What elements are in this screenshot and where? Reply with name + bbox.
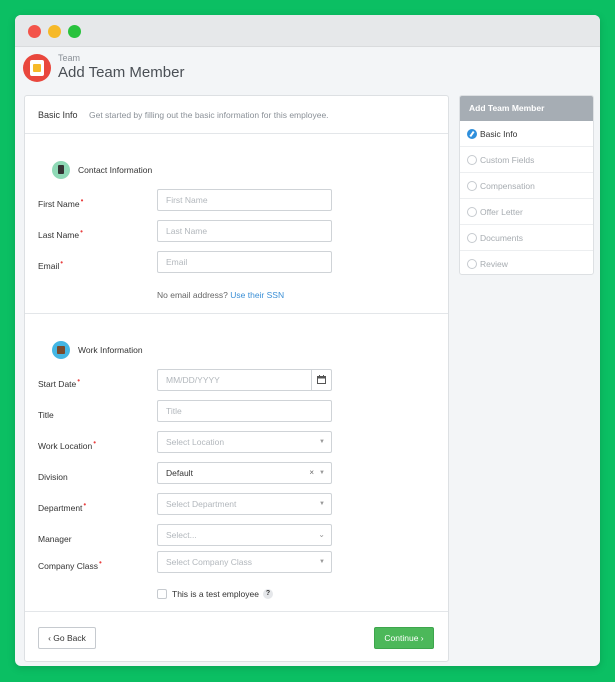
work-information-section: Work Information Start Date• MM/DD/YYYY … (25, 315, 448, 612)
form-footer: ‹ Go Back Continue › (25, 613, 448, 661)
chevron-down-icon: ⌄ (318, 530, 325, 539)
continue-button[interactable]: Continue › (374, 627, 434, 649)
team-logo-icon (23, 54, 51, 82)
work-location-label: Work Location• (38, 438, 96, 451)
form-section-description: Get started by filling out the basic inf… (89, 110, 329, 120)
chevron-down-icon: ▼ (319, 470, 325, 476)
use-ssn-link[interactable]: Use their SSN (230, 290, 284, 300)
briefcase-icon (52, 341, 70, 359)
check-icon (467, 129, 477, 139)
no-email-note: No email address? Use their SSN (157, 290, 285, 300)
work-location-select[interactable]: Select Location ▼ (157, 431, 332, 453)
calendar-icon (317, 375, 326, 384)
title-label: Title (38, 410, 54, 420)
steps-sidebar-title: Add Team Member (460, 96, 593, 121)
window-titlebar (15, 15, 600, 47)
step-circle-icon (467, 259, 477, 269)
manager-select[interactable]: Select... ⌄ (157, 524, 332, 546)
go-back-button[interactable]: ‹ Go Back (38, 627, 96, 649)
title-input[interactable]: Title (157, 400, 332, 422)
last-name-input[interactable]: Last Name (157, 220, 332, 242)
step-documents[interactable]: Documents (460, 225, 593, 251)
steps-sidebar: Add Team Member Basic Info Custom Fields… (459, 95, 594, 275)
required-marker: • (80, 196, 84, 205)
start-date-label: Start Date• (38, 376, 81, 389)
contact-section-title: Contact Information (78, 165, 153, 175)
step-custom-fields[interactable]: Custom Fields (460, 147, 593, 173)
help-icon[interactable]: ? (263, 589, 273, 599)
minimize-window-button[interactable] (48, 25, 61, 38)
test-employee-label[interactable]: This is a test employee (172, 589, 259, 599)
required-marker: • (77, 376, 81, 385)
step-compensation[interactable]: Compensation (460, 173, 593, 199)
clear-selection-icon[interactable]: × (309, 463, 314, 483)
test-employee-checkbox[interactable] (157, 589, 167, 599)
step-circle-icon (467, 181, 477, 191)
close-window-button[interactable] (28, 25, 41, 38)
manager-label: Manager (38, 534, 72, 544)
required-marker: • (83, 500, 87, 509)
department-label: Department• (38, 500, 87, 513)
company-class-label: Company Class• (38, 558, 102, 571)
division-label: Division (38, 472, 68, 482)
required-marker: • (99, 558, 102, 567)
form-section-title: Basic Info (38, 110, 78, 120)
required-marker: • (80, 227, 83, 236)
required-marker: • (93, 438, 96, 447)
form-card-header: Basic Info Get started by filling out th… (25, 96, 448, 134)
start-date-input[interactable]: MM/DD/YYYY (157, 369, 332, 391)
page-title: Add Team Member (58, 64, 185, 81)
step-circle-icon (467, 233, 477, 243)
form-card: Basic Info Get started by filling out th… (24, 95, 449, 662)
required-marker: • (60, 258, 64, 267)
maximize-window-button[interactable] (68, 25, 81, 38)
step-basic-info[interactable]: Basic Info (460, 121, 593, 147)
email-input[interactable]: Email (157, 251, 332, 273)
contact-information-section: Contact Information First Name• First Na… (25, 135, 448, 314)
department-select[interactable]: Select Department ▼ (157, 493, 332, 515)
chevron-down-icon: ▼ (319, 439, 325, 445)
contact-card-icon (52, 161, 70, 179)
step-circle-icon (467, 155, 477, 165)
company-class-select[interactable]: Select Company Class ▼ (157, 551, 332, 573)
breadcrumb[interactable]: Team (58, 53, 80, 63)
step-offer-letter[interactable]: Offer Letter (460, 199, 593, 225)
first-name-label: First Name• (38, 196, 84, 209)
division-select[interactable]: Default × ▼ (157, 462, 332, 484)
chevron-down-icon: ▼ (319, 559, 325, 565)
step-circle-icon (467, 207, 477, 217)
step-review[interactable]: Review (460, 251, 593, 274)
work-section-title: Work Information (78, 345, 143, 355)
app-window: Team Add Team Member Basic Info Get star… (15, 15, 600, 666)
first-name-input[interactable]: First Name (157, 189, 332, 211)
last-name-label: Last Name• (38, 227, 83, 240)
calendar-button[interactable] (311, 370, 331, 390)
email-label: Email• (38, 258, 64, 271)
chevron-down-icon: ▼ (319, 501, 325, 507)
